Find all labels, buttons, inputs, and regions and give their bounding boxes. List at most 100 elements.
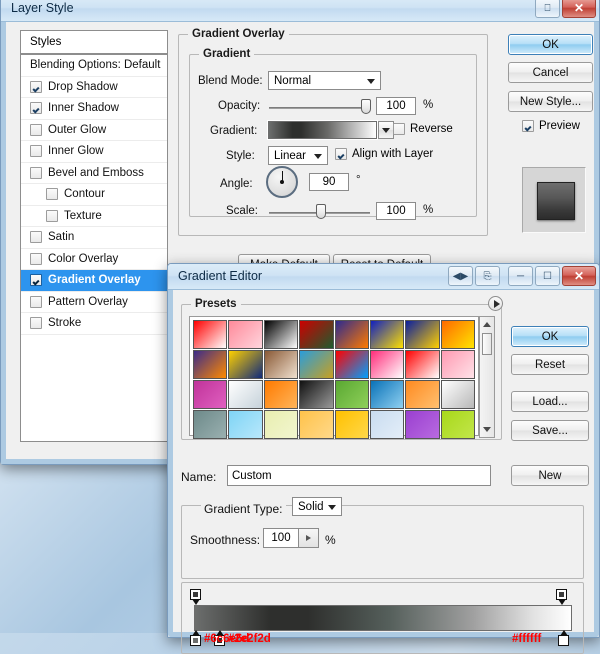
styles-list-item[interactable]: Satin bbox=[21, 227, 167, 249]
maximize-icon[interactable]: ☐ bbox=[535, 266, 560, 286]
scrollbar-thumb[interactable] bbox=[482, 333, 492, 355]
presets-menu-icon[interactable] bbox=[488, 296, 503, 311]
scale-input[interactable]: 100 bbox=[376, 202, 416, 220]
styles-list-item-checkbox[interactable] bbox=[30, 295, 42, 308]
preset-swatch[interactable] bbox=[369, 380, 405, 409]
angle-dial[interactable] bbox=[266, 166, 298, 198]
blend-mode-select[interactable]: Normal bbox=[268, 71, 381, 90]
preset-swatch[interactable] bbox=[228, 320, 263, 349]
preset-swatch[interactable] bbox=[299, 350, 334, 379]
gradient-editor-reset-button[interactable]: Reset bbox=[511, 354, 589, 375]
opacity-stop-start[interactable] bbox=[190, 589, 201, 605]
preset-swatch[interactable] bbox=[263, 350, 299, 379]
styles-list-item-checkbox[interactable] bbox=[30, 123, 42, 136]
preset-swatch[interactable] bbox=[334, 410, 369, 439]
preset-swatch[interactable] bbox=[299, 320, 334, 349]
gradient-editor-ok-button[interactable]: OK bbox=[511, 326, 589, 347]
preset-swatch[interactable] bbox=[334, 320, 369, 349]
styles-list[interactable]: Styles Blending Options: Default Drop Sha… bbox=[20, 30, 168, 442]
preset-swatch[interactable] bbox=[369, 320, 405, 349]
styles-list-item-checkbox[interactable] bbox=[46, 188, 58, 201]
styles-list-item[interactable]: Stroke bbox=[21, 313, 167, 335]
gradient-editor-titlebar[interactable]: Gradient Editor ◀▶ ⎘ ─ ☐ ✕ bbox=[168, 264, 599, 290]
smoothness-stepper[interactable] bbox=[298, 529, 318, 547]
scroll-down-icon[interactable] bbox=[483, 427, 491, 432]
style-select[interactable]: Linear bbox=[268, 146, 328, 165]
styles-list-item-checkbox[interactable] bbox=[30, 252, 42, 265]
preset-swatch[interactable] bbox=[405, 320, 440, 349]
presets-swatch-well[interactable] bbox=[189, 316, 479, 439]
gradient-preview-chip[interactable] bbox=[268, 121, 377, 139]
preset-swatch[interactable] bbox=[369, 350, 405, 379]
gradient-picker-dropdown[interactable] bbox=[378, 121, 394, 139]
align-with-layer-checkbox[interactable]: Align with Layer bbox=[335, 148, 433, 160]
styles-list-item-checkbox[interactable] bbox=[30, 231, 42, 244]
preset-swatch[interactable] bbox=[440, 320, 475, 349]
styles-list-item-checkbox[interactable] bbox=[46, 209, 58, 222]
angle-input[interactable]: 90 bbox=[309, 173, 349, 191]
preset-swatch[interactable] bbox=[263, 320, 299, 349]
styles-list-item[interactable]: Bevel and Emboss bbox=[21, 163, 167, 184]
gradient-name-input[interactable]: Custom bbox=[227, 465, 491, 486]
preset-swatch[interactable] bbox=[263, 410, 299, 439]
preset-swatch[interactable] bbox=[440, 410, 475, 439]
styles-list-item[interactable]: Inner Shadow bbox=[21, 98, 167, 120]
styles-list-item[interactable]: Contour bbox=[21, 184, 167, 206]
layer-style-titlebar[interactable]: Layer Style ⎕ ✕ bbox=[1, 0, 599, 22]
opacity-slider-knob[interactable] bbox=[361, 99, 371, 114]
preset-swatch[interactable] bbox=[193, 350, 228, 379]
styles-list-item[interactable]: Drop Shadow bbox=[21, 77, 167, 98]
restore-icon[interactable]: ⎕ bbox=[535, 0, 560, 18]
opacity-input[interactable]: 100 bbox=[376, 97, 416, 115]
scroll-up-icon[interactable] bbox=[483, 322, 491, 327]
styles-list-item[interactable]: Texture bbox=[21, 206, 167, 227]
preview-checkbox[interactable]: Preview bbox=[522, 120, 580, 132]
preset-swatch[interactable] bbox=[405, 350, 440, 379]
styles-list-item[interactable]: Color Overlay bbox=[21, 249, 167, 270]
preset-swatch[interactable] bbox=[440, 380, 475, 409]
gradient-strip[interactable] bbox=[194, 605, 572, 631]
preset-swatch[interactable] bbox=[405, 380, 440, 409]
styles-list-item-checkbox[interactable] bbox=[30, 317, 42, 330]
gradient-editor-save-button[interactable]: Save... bbox=[511, 420, 589, 441]
styles-list-item[interactable]: Inner Glow bbox=[21, 141, 167, 163]
minimize-icon[interactable]: ─ bbox=[508, 266, 533, 286]
preset-swatch[interactable] bbox=[405, 410, 440, 439]
styles-list-item[interactable]: Outer Glow bbox=[21, 120, 167, 141]
scale-slider-knob[interactable] bbox=[316, 204, 326, 219]
preset-swatch[interactable] bbox=[334, 350, 369, 379]
preset-swatch[interactable] bbox=[228, 380, 263, 409]
presets-scrollbar[interactable] bbox=[479, 316, 495, 438]
collapse-icon[interactable]: ◀▶ bbox=[448, 266, 473, 286]
styles-list-item-checkbox[interactable] bbox=[30, 274, 42, 287]
preset-swatch[interactable] bbox=[299, 410, 334, 439]
new-gradient-button[interactable]: New bbox=[511, 465, 589, 486]
preset-swatch[interactable] bbox=[299, 380, 334, 409]
styles-list-item-checkbox[interactable] bbox=[30, 102, 42, 115]
layer-style-cancel-button[interactable]: Cancel bbox=[508, 62, 593, 83]
styles-list-item-checkbox[interactable] bbox=[30, 145, 42, 158]
restore-icon[interactable]: ⎘ bbox=[475, 266, 500, 286]
styles-list-item[interactable]: Pattern Overlay bbox=[21, 292, 167, 313]
styles-list-item[interactable]: Gradient Overlay bbox=[21, 270, 167, 292]
preset-swatch[interactable] bbox=[228, 350, 263, 379]
smoothness-input[interactable]: 100 bbox=[263, 528, 319, 548]
layer-style-ok-button[interactable]: OK bbox=[508, 34, 593, 55]
styles-list-item-checkbox[interactable] bbox=[30, 166, 42, 179]
presets-grid[interactable] bbox=[193, 320, 475, 439]
styles-list-item[interactable]: Blending Options: Default bbox=[21, 55, 167, 77]
styles-list-item-checkbox[interactable] bbox=[30, 80, 42, 93]
preset-swatch[interactable] bbox=[193, 380, 228, 409]
preset-swatch[interactable] bbox=[263, 380, 299, 409]
opacity-stop-end[interactable] bbox=[556, 589, 567, 605]
color-stop-1[interactable] bbox=[190, 630, 201, 646]
preset-swatch[interactable] bbox=[193, 410, 228, 439]
preset-swatch[interactable] bbox=[334, 380, 369, 409]
opacity-slider-track[interactable] bbox=[269, 107, 370, 109]
new-style-button[interactable]: New Style... bbox=[508, 91, 593, 112]
gradient-type-select[interactable]: Solid bbox=[292, 497, 342, 516]
preset-swatch[interactable] bbox=[440, 350, 475, 379]
close-icon[interactable]: ✕ bbox=[562, 0, 596, 18]
reverse-checkbox[interactable]: Reverse bbox=[393, 123, 453, 135]
preset-swatch[interactable] bbox=[369, 410, 405, 439]
